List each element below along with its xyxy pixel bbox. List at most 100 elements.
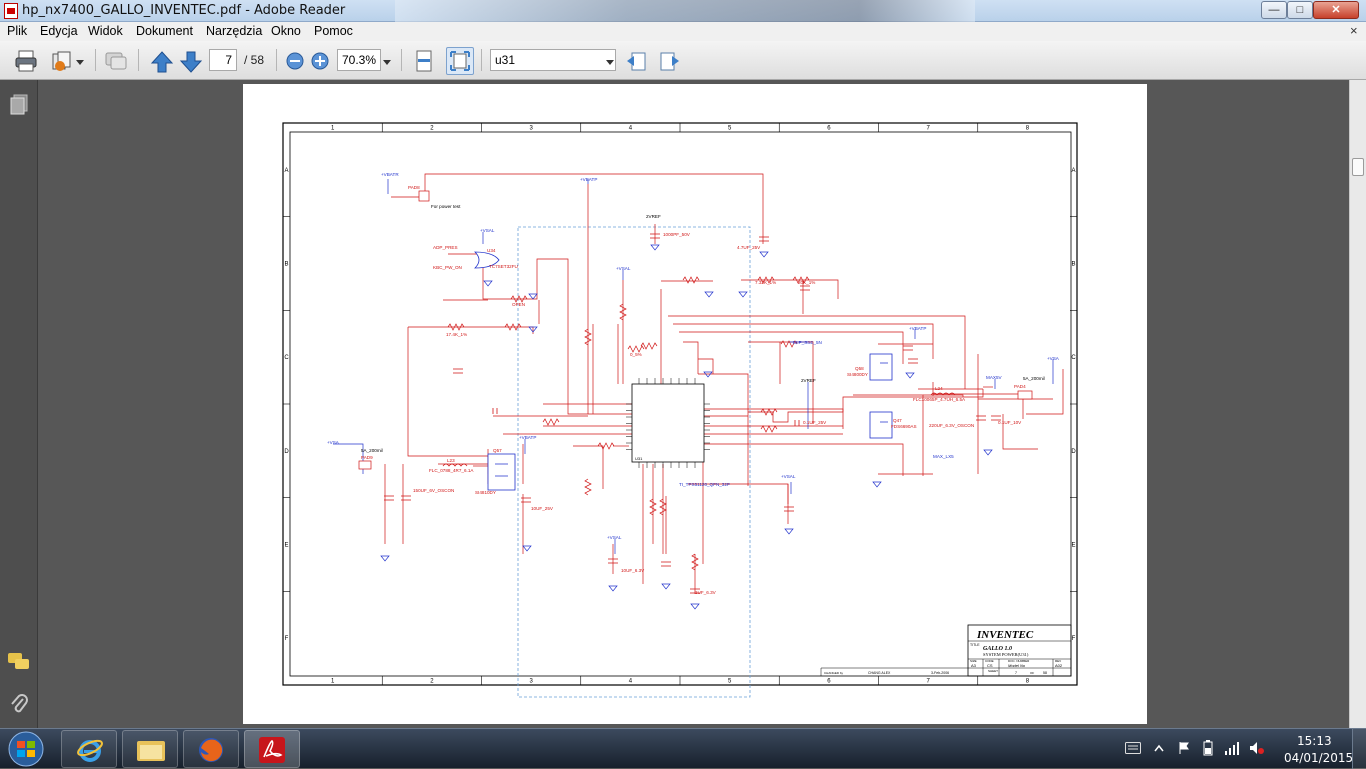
close-button[interactable]: ✕	[1313, 1, 1359, 19]
menu-plik[interactable]: Plik	[7, 24, 27, 38]
date-value: 3-Feb-2006	[931, 671, 949, 675]
schematic-drawing: 1122334455667788A AB BC CD DE EF F +VBAT…	[282, 122, 1078, 698]
pages-panel-icon[interactable]	[9, 94, 29, 116]
window-title: hp_nx7400_GALLO_INVENTEC.pdf - Adobe Rea…	[22, 3, 346, 18]
menu-narzedzia[interactable]: Narzędzia	[206, 24, 262, 38]
label-res-7k32: 7.32K_1%	[755, 280, 776, 285]
find-previous-icon[interactable]	[625, 50, 649, 74]
menu-dokument[interactable]: Dokument	[136, 24, 193, 38]
pdf-page: 1122334455667788AABBCCDDEEFF +VBATR +VBA…	[243, 84, 1147, 724]
keyboard-icon[interactable]	[1125, 742, 1141, 754]
menu-widok[interactable]: Widok	[88, 24, 123, 38]
of-label: OF	[1030, 671, 1034, 675]
close-document-button[interactable]: ×	[1350, 23, 1358, 38]
action-center-flag-icon[interactable]	[1177, 741, 1191, 755]
grid-column-label: 7	[926, 126, 930, 132]
next-page-icon[interactable]	[179, 50, 203, 74]
label-blp-sse: BLP_SSE_5N	[793, 340, 822, 345]
controller-ic-body	[631, 383, 705, 463]
label-vbatp-3: +VBATP	[909, 326, 926, 331]
grid-row-label: A	[1071, 168, 1075, 174]
grid-column-label: 3	[529, 679, 533, 685]
label-res-0: 0_5%	[630, 352, 642, 357]
grid-column-label: 8	[1026, 126, 1030, 132]
label-u34-part: TC7SET32FU	[489, 264, 518, 269]
label-max-lx5: MAX_LX5	[933, 454, 954, 459]
label-adp-pres: ADP_PRES	[433, 245, 458, 250]
label-cap-150u: 150UF_6V_OSCON	[413, 488, 454, 493]
label-q58: Q58	[855, 366, 864, 371]
comment-icon[interactable]	[104, 49, 128, 73]
grid-row-label: F	[285, 636, 289, 642]
vertical-scrollbar[interactable]	[1349, 80, 1366, 728]
label-cap-0u1: 0.1UF_25V	[803, 420, 827, 425]
search-dropdown-icon[interactable]	[605, 57, 615, 67]
grid-column-label: 6	[827, 679, 831, 685]
code-value: CS	[987, 663, 993, 668]
attachments-paperclip-icon[interactable]	[9, 693, 29, 717]
power-rails	[333, 179, 1054, 554]
show-desktop-button[interactable]	[1352, 729, 1366, 769]
label-q47-part: FDS6690AS	[891, 424, 917, 429]
grid-column-label: 4	[629, 126, 633, 132]
document-viewport[interactable]: 1122334455667788AABBCCDDEEFF +VBATR +VBA…	[38, 80, 1349, 728]
grid-column-label: 2	[430, 679, 434, 685]
label-power-test: For power test	[431, 204, 461, 209]
print-icon[interactable]	[14, 49, 38, 73]
label-vbatp: +VBATP	[580, 177, 597, 182]
zoom-level-input[interactable]	[337, 49, 381, 71]
label-q47: Q47	[893, 418, 902, 423]
battery-icon[interactable]	[1203, 740, 1213, 756]
label-max5v: MAX5V	[986, 375, 1003, 380]
doc-value: Model No	[1008, 663, 1026, 668]
taskbar-firefox[interactable]	[183, 730, 239, 768]
mosfet-q57	[487, 453, 516, 491]
zoom-in-icon[interactable]	[311, 52, 329, 70]
grid-row-label: B	[1071, 262, 1075, 268]
toolbar-separator	[95, 49, 96, 71]
mosfet-q58	[869, 353, 893, 381]
label-cap-1000p: 1000PF_50V	[663, 232, 691, 237]
show-hidden-icons-icon[interactable]	[1154, 744, 1164, 752]
fit-width-icon[interactable]	[412, 49, 436, 73]
label-cap-220u: 220UF_6.3V_OSCON	[929, 423, 974, 428]
search-input[interactable]	[490, 49, 616, 71]
label-q58-part: SI4800DY	[847, 372, 868, 377]
label-l24-part: FLC10065P_4.7UH_6.5A	[913, 397, 966, 402]
menu-edycja[interactable]: Edycja	[40, 24, 78, 38]
taskbar-internet-explorer[interactable]	[61, 730, 117, 768]
minimize-button[interactable]: —	[1261, 1, 1287, 19]
previous-page-icon[interactable]	[150, 50, 174, 74]
menu-okno[interactable]: Okno	[271, 24, 301, 38]
find-next-icon[interactable]	[657, 50, 681, 74]
menu-pomoc[interactable]: Pomoc	[314, 24, 353, 38]
share-dropdown-icon[interactable]	[75, 57, 85, 67]
title-label: TITLE	[970, 643, 980, 647]
clock-time[interactable]: 15:13	[1297, 734, 1332, 748]
label-l23-part: FLC_0788_4R7_6.1A	[429, 468, 474, 473]
taskbar-file-explorer[interactable]	[122, 730, 178, 768]
scrollbar-thumb[interactable]	[1352, 158, 1364, 176]
share-files-icon[interactable]	[50, 49, 74, 73]
clock-date[interactable]: 04/01/2015	[1284, 751, 1353, 765]
grid-row-label: C	[1071, 355, 1076, 361]
zoom-dropdown-icon[interactable]	[382, 57, 392, 67]
taskbar-adobe-reader[interactable]	[244, 730, 300, 768]
label-res-open: OPEN	[512, 302, 525, 307]
comments-panel-icon[interactable]	[7, 652, 31, 672]
folder-icon	[137, 741, 165, 761]
page-number-input[interactable]	[209, 49, 237, 71]
project-subtitle: SYSTEM POWER(U31)	[983, 652, 1029, 657]
windows-start-icon[interactable]	[4, 730, 48, 768]
company-name: INVENTEC	[976, 629, 1034, 641]
maximize-button[interactable]: □	[1287, 1, 1313, 19]
volume-muted-icon[interactable]	[1249, 741, 1265, 755]
grid-column-label: 2	[430, 126, 434, 132]
wifi-signal-icon[interactable]	[1224, 741, 1240, 755]
grid-row-label: F	[1072, 636, 1076, 642]
fit-page-button[interactable]	[446, 47, 474, 75]
label-cap-4u7: 4.7UF_25V	[737, 245, 761, 250]
label-vsal-3: +VSAL	[781, 474, 796, 479]
title-block: INVENTEC TITLE GALLO 1.0 SYSTEM POWER(U3…	[820, 624, 1072, 677]
zoom-out-icon[interactable]	[286, 52, 304, 70]
